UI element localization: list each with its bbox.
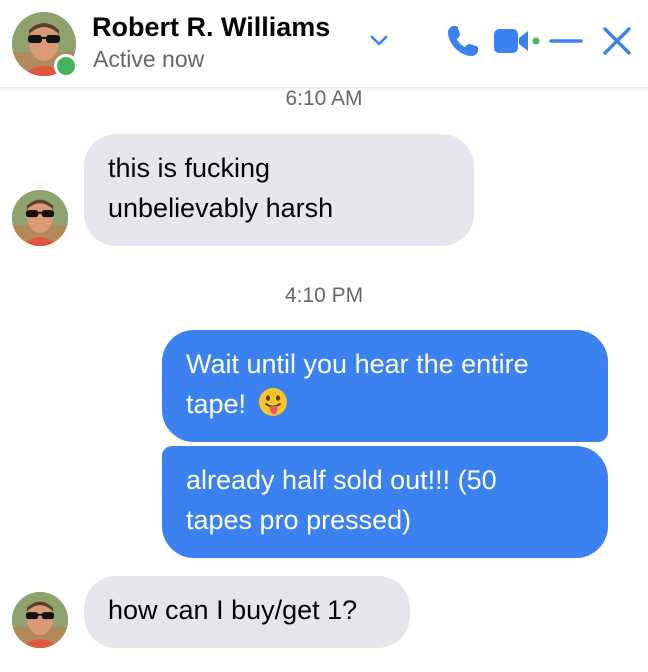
sender-avatar[interactable] [12, 592, 68, 648]
contact-name[interactable]: Robert R. Williams [92, 12, 330, 43]
message-text: tape! [186, 389, 247, 419]
message-text-line: how can I buy/get 1? [108, 595, 358, 625]
message-text-line: Wait until you hear the entire [186, 349, 529, 379]
online-status-indicator [54, 54, 78, 78]
message-text-line: already half sold out!!! (50 [186, 465, 497, 495]
contact-avatar[interactable] [12, 12, 78, 78]
avatar [12, 592, 68, 648]
incoming-message-bubble[interactable]: how can I buy/get 1? [84, 576, 410, 648]
contact-status: Active now [93, 46, 205, 72]
outgoing-message-bubble[interactable]: already half sold out!!! (50 tapes pro p… [162, 446, 608, 558]
close-icon[interactable] [600, 24, 634, 58]
chat-header: Robert R. Williams Active now [0, 0, 648, 88]
message-timestamp: 4:10 PM [284, 284, 364, 307]
outgoing-message-bubble[interactable]: Wait until you hear the entire tape! [162, 330, 608, 442]
avatar [12, 190, 68, 246]
chevron-down-icon[interactable] [368, 32, 390, 48]
message-text-line: tapes pro pressed) [186, 505, 412, 535]
face-with-tongue-emoji [258, 388, 287, 416]
message-text-line: this is fucking [108, 153, 271, 183]
video-camera-icon[interactable] [492, 26, 542, 56]
message-timestamp: 6:10 AM [285, 87, 363, 110]
message-text-line: tape! [186, 384, 584, 424]
phone-icon[interactable] [444, 22, 482, 60]
sender-avatar[interactable] [12, 190, 68, 246]
message-text-line: unbelievably harsh [108, 193, 334, 223]
minimize-icon[interactable] [548, 26, 584, 56]
incoming-message-bubble[interactable]: this is fucking unbelievably harsh [84, 134, 474, 246]
